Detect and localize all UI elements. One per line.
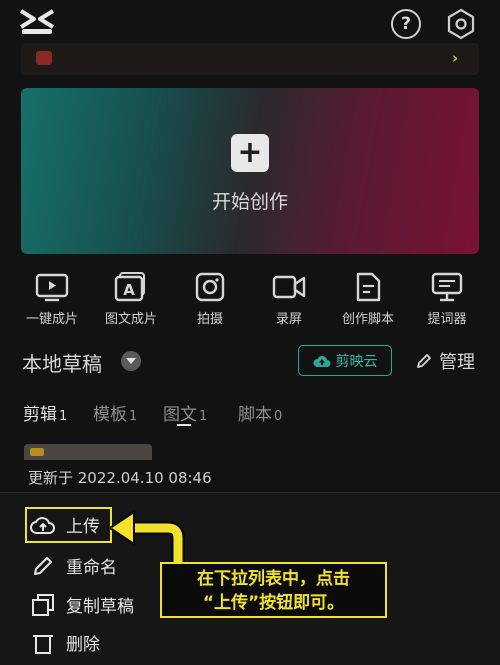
draft-badge xyxy=(30,448,44,456)
screen-record-icon xyxy=(272,275,306,299)
draft-updated-time: 更新于 2022.04.10 08:46 xyxy=(28,469,212,487)
pencil-icon xyxy=(417,354,431,368)
tool-screen-record[interactable]: 录屏 xyxy=(247,272,331,327)
instruction-callout: 在下拉列表中，点击 “上传”按钮即可。 xyxy=(160,562,387,618)
tab-count: 1 xyxy=(129,409,138,424)
tab-count: 0 xyxy=(274,409,283,424)
plus-icon: + xyxy=(231,134,269,172)
tool-label: 创作脚本 xyxy=(341,312,394,327)
tab-script[interactable]: 脚本 0 xyxy=(238,400,282,425)
manage-button[interactable]: 管理 xyxy=(415,348,475,374)
tool-label: 图文成片 xyxy=(104,312,157,327)
tab-label: 脚本 xyxy=(238,405,272,425)
callout-arrow-icon xyxy=(108,510,185,564)
manage-label: 管理 xyxy=(439,352,475,373)
cloud-upload-icon xyxy=(313,355,330,367)
teleprompter-icon xyxy=(431,272,463,302)
callout-line-1: 在下拉列表中，点击 xyxy=(197,569,350,589)
svg-text:A: A xyxy=(123,281,135,299)
promo-icon xyxy=(36,51,52,65)
tool-label: 录屏 xyxy=(275,312,302,327)
menu-item-label: 复制草稿 xyxy=(66,597,134,617)
script-icon xyxy=(356,272,381,302)
tab-count: 1 xyxy=(59,409,68,424)
cloud-button-label: 剪映云 xyxy=(335,353,378,370)
help-icon[interactable]: ? xyxy=(391,9,421,39)
tool-one-click-video[interactable]: 一键成片 xyxy=(10,272,94,327)
tab-label: 图文 xyxy=(163,405,197,425)
tab-label: 模板 xyxy=(93,405,127,425)
menu-item-delete[interactable]: 删除 xyxy=(30,630,100,655)
menu-item-copy-draft[interactable]: 复制草稿 xyxy=(30,592,134,617)
menu-item-label: 删除 xyxy=(66,635,100,655)
play-screen-icon xyxy=(35,273,69,302)
tab-count: 1 xyxy=(199,409,208,424)
caret-down-icon[interactable] xyxy=(121,351,141,371)
text-to-video-icon: A xyxy=(114,272,145,302)
tab-template[interactable]: 模板 1 xyxy=(93,400,137,425)
promo-banner[interactable] xyxy=(21,43,479,75)
start-creation-label: 开始创作 xyxy=(211,191,288,213)
tool-label: 提词器 xyxy=(427,312,467,327)
tab-underline xyxy=(177,424,191,426)
cloud-button[interactable]: 剪映云 xyxy=(298,345,392,376)
tab-edit[interactable]: 剪辑 1 xyxy=(23,400,67,425)
tab-label: 剪辑 xyxy=(23,405,57,425)
tool-creation-script[interactable]: 创作脚本 xyxy=(326,272,410,327)
chevron-right-icon: › xyxy=(452,49,459,67)
settings-icon[interactable] xyxy=(446,8,476,40)
pencil-icon xyxy=(34,556,52,575)
tool-label: 一键成片 xyxy=(25,312,78,327)
camera-icon xyxy=(195,272,225,302)
help-label: ? xyxy=(401,14,411,34)
tool-label: 拍摄 xyxy=(196,312,223,327)
callout-line-2: “上传”按钮即可。 xyxy=(202,593,345,613)
capcut-logo-icon xyxy=(19,9,55,34)
local-drafts-title: 本地草稿 xyxy=(22,352,102,376)
tool-camera[interactable]: 拍摄 xyxy=(168,272,252,327)
copy-icon xyxy=(32,593,54,616)
trash-icon xyxy=(33,634,53,654)
tool-text-to-video[interactable]: A 图文成片 xyxy=(89,272,173,327)
upload-highlight-box xyxy=(25,507,112,543)
tool-teleprompter[interactable]: 提词器 xyxy=(405,272,489,327)
tab-image-text[interactable]: 图文 1 xyxy=(163,400,207,425)
